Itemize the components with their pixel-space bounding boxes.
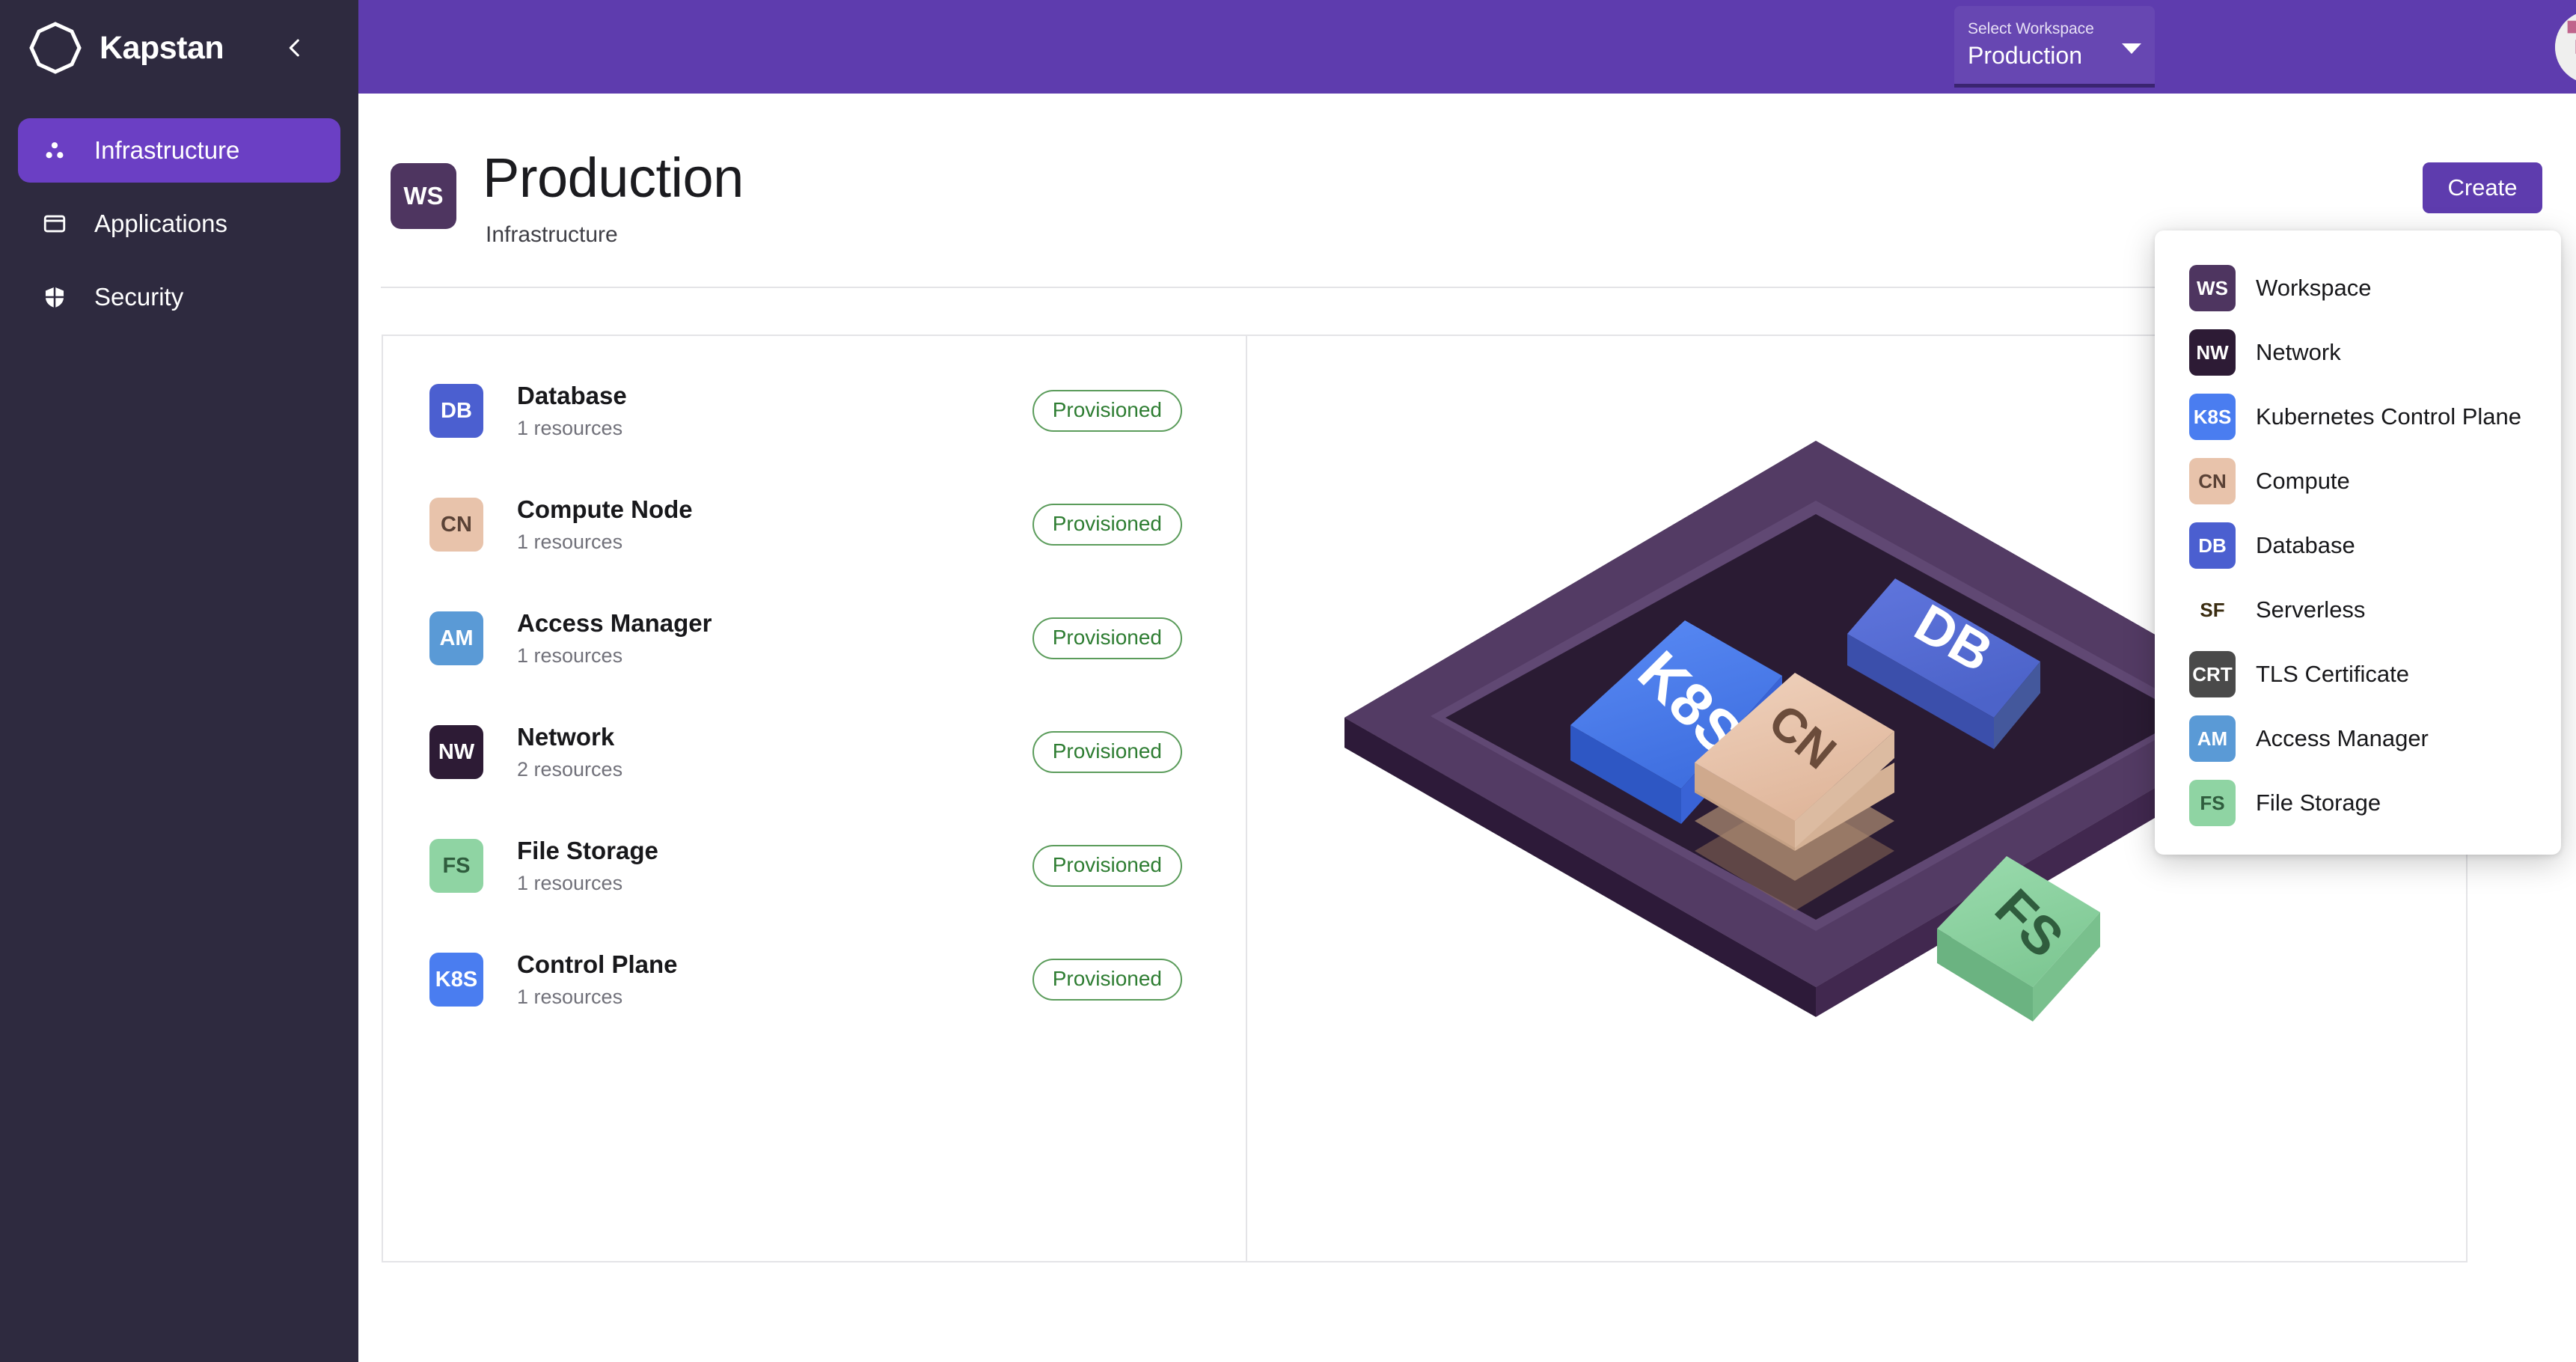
menu-item-label: Workspace [2256, 275, 2372, 301]
window-icon [36, 205, 73, 242]
create-menu-item[interactable]: K8S Kubernetes Control Plane [2155, 385, 2561, 449]
menu-item-badge: CRT [2189, 651, 2236, 697]
chevron-left-icon [282, 35, 308, 64]
create-menu-item[interactable]: NW Network [2155, 320, 2561, 385]
resource-type-badge: NW [429, 725, 483, 779]
resource-name: Network [517, 723, 615, 751]
top-header: Select Workspace Production [358, 0, 2576, 94]
create-menu-item[interactable]: CN Compute [2155, 449, 2561, 513]
sidebar-nav: Infrastructure Applications Security [0, 118, 358, 329]
status-badge: Provisioned [1032, 731, 1182, 773]
status-badge: Provisioned [1032, 504, 1182, 546]
menu-item-badge: AM [2189, 715, 2236, 762]
resource-name: Access Manager [517, 609, 712, 637]
workspace-badge: WS [391, 163, 456, 229]
three-dots-cluster-icon [36, 132, 73, 169]
menu-item-label: Serverless [2256, 596, 2366, 623]
resource-row[interactable]: NW Network 2 resources Provisioned [383, 695, 1246, 809]
page-title: Production [483, 147, 744, 209]
sidebar-item-label: Applications [94, 210, 227, 237]
menu-item-label: Access Manager [2256, 725, 2429, 751]
brand-name: Kapstan [100, 29, 224, 66]
workspace-selector[interactable]: Select Workspace Production [1954, 6, 2155, 88]
menu-item-badge: NW [2189, 329, 2236, 376]
sidebar-item-label: Security [94, 283, 184, 311]
resource-name: Control Plane [517, 950, 678, 978]
create-dropdown-menu[interactable]: WS Workspace NW Network K8S Kubernetes Contro… [2155, 230, 2561, 855]
resource-name: Compute Node [517, 495, 693, 523]
resource-name: Database [517, 382, 627, 409]
create-button[interactable]: Create [2423, 162, 2542, 213]
sidebar-item-infrastructure[interactable]: Infrastructure [18, 118, 340, 183]
resource-count: 2 resources [517, 758, 623, 781]
sidebar-item-applications[interactable]: Applications [18, 192, 340, 256]
resource-type-badge: K8S [429, 953, 483, 1007]
resource-text: Compute Node 1 resources [517, 495, 1032, 554]
resource-row[interactable]: DB Database 1 resources Provisioned [383, 354, 1246, 468]
create-menu-item[interactable]: CRT TLS Certificate [2155, 642, 2561, 706]
create-menu-item[interactable]: FS File Storage [2155, 771, 2561, 835]
status-badge: Provisioned [1032, 390, 1182, 432]
resource-count: 1 resources [517, 531, 623, 553]
status-badge: Provisioned [1032, 959, 1182, 1001]
menu-item-badge: FS [2189, 780, 2236, 826]
create-menu-item[interactable]: WS Workspace [2155, 256, 2561, 320]
resource-row[interactable]: AM Access Manager 1 resources Provisioned [383, 581, 1246, 695]
menu-item-label: TLS Certificate [2256, 661, 2410, 687]
avatar[interactable] [2555, 10, 2576, 84]
create-menu-item[interactable]: DB Database [2155, 513, 2561, 578]
resource-type-badge: FS [429, 839, 483, 893]
menu-item-badge: DB [2189, 522, 2236, 569]
resource-text: Access Manager 1 resources [517, 609, 1032, 668]
resource-list: DB Database 1 resources Provisioned CN Comput… [383, 336, 1247, 1261]
create-menu-item[interactable]: SF Serverless [2155, 578, 2561, 642]
menu-item-badge: WS [2189, 265, 2236, 311]
workspace-selector-label: Select Workspace [1968, 20, 2094, 37]
resource-text: File Storage 1 resources [517, 837, 1032, 895]
resource-row[interactable]: CN Compute Node 1 resources Provisioned [383, 468, 1246, 581]
resource-count: 1 resources [517, 417, 623, 439]
chevron-down-icon [2122, 43, 2141, 54]
status-badge: Provisioned [1032, 617, 1182, 659]
resource-type-badge: AM [429, 611, 483, 665]
status-badge: Provisioned [1032, 845, 1182, 887]
resource-count: 1 resources [517, 986, 623, 1008]
create-menu-item[interactable]: AM Access Manager [2155, 706, 2561, 771]
user-identicon-avatar-icon [2555, 13, 2576, 81]
sidebar-collapse-button[interactable] [278, 33, 311, 66]
menu-item-label: Network [2256, 339, 2341, 365]
resource-text: Network 2 resources [517, 723, 1032, 781]
workspace-selector-value: Production [1968, 42, 2082, 69]
app-root: Kapstan Infrastructure Applications Secu… [0, 0, 2576, 1362]
page-subtitle: Infrastructure [486, 222, 618, 247]
shield-icon [36, 278, 73, 316]
menu-item-label: Database [2256, 532, 2355, 558]
menu-item-label: Compute [2256, 468, 2350, 494]
menu-item-badge: SF [2200, 598, 2225, 621]
resource-type-badge: DB [429, 384, 483, 438]
sidebar-item-label: Infrastructure [94, 136, 240, 164]
resource-text: Control Plane 1 resources [517, 950, 1032, 1009]
hexagon-ring-logo-icon [28, 21, 82, 75]
resource-text: Database 1 resources [517, 382, 1032, 440]
resource-type-badge: CN [429, 498, 483, 552]
menu-item-label: Kubernetes Control Plane [2256, 403, 2522, 430]
sidebar: Kapstan Infrastructure Applications Secu… [0, 0, 358, 1362]
menu-item-badge: K8S [2189, 394, 2236, 440]
menu-item-badge: CN [2189, 458, 2236, 504]
resource-row[interactable]: K8S Control Plane 1 resources Provisioned [383, 923, 1246, 1036]
sidebar-item-security[interactable]: Security [18, 265, 340, 329]
resource-row[interactable]: FS File Storage 1 resources Provisioned [383, 809, 1246, 923]
menu-item-label: File Storage [2256, 790, 2381, 816]
resource-name: File Storage [517, 837, 658, 864]
resource-count: 1 resources [517, 644, 623, 667]
resource-count: 1 resources [517, 872, 623, 894]
